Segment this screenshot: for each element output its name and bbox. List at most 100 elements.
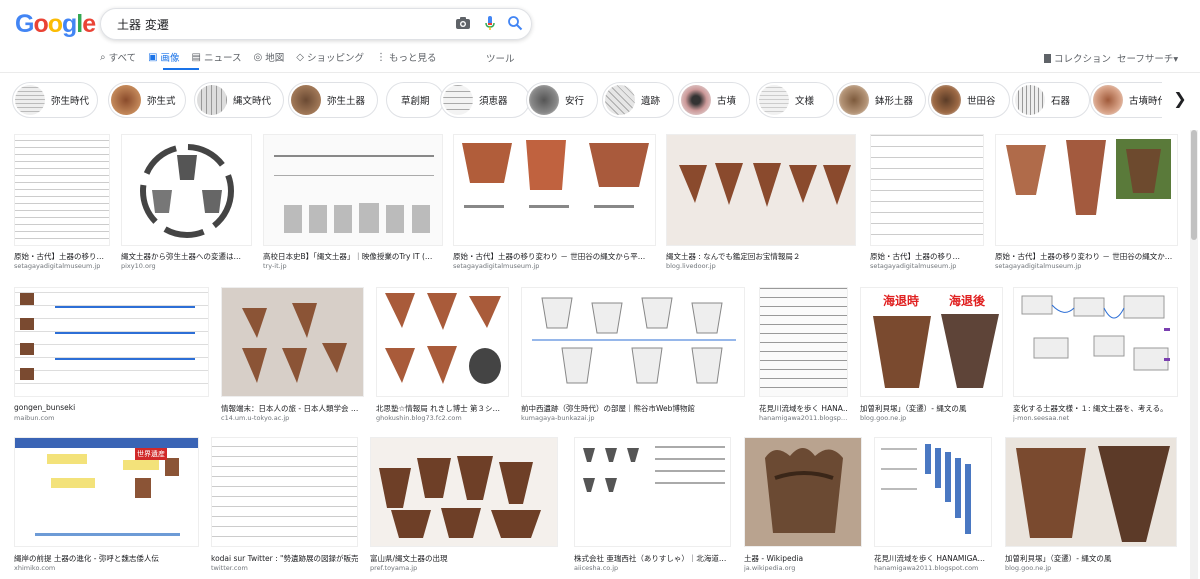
result-title: 花見川流域を歩く HANAMIGA… bbox=[874, 554, 986, 563]
result-source: c14.um.u-tokyo.ac.jp bbox=[221, 414, 290, 422]
tab-label: 地図 bbox=[265, 53, 285, 64]
image-result[interactable]: 情報端末：日本人の旅 - 日本人類学会 … c14.um.u-tokyo.ac.… bbox=[221, 287, 364, 427]
image-result[interactable]: 縄文土器から弥生土器への変遷は… pixy10.org bbox=[121, 134, 252, 274]
image-result[interactable]: 加曽利貝塚」（変遷）- 縄文の風 blog.goo.ne.jp bbox=[1005, 437, 1177, 577]
result-source: ghokushin.blog73.fc2.com bbox=[376, 414, 462, 422]
chip[interactable]: 草創期 bbox=[386, 82, 444, 118]
image-result[interactable]: 花見川流域を歩く HANA… hanamigawa2011.blogsp… bbox=[759, 287, 848, 427]
tab-more[interactable]: ⋮ もっと見る bbox=[376, 48, 437, 66]
header-divider bbox=[0, 72, 1200, 73]
chip[interactable]: 弥生式 bbox=[108, 82, 186, 118]
chip[interactable]: 古墳 bbox=[678, 82, 750, 118]
result-thumbnail bbox=[1013, 287, 1178, 397]
result-thumbnail bbox=[759, 287, 848, 397]
chip[interactable]: 遺跡 bbox=[602, 82, 674, 118]
image-result[interactable]: 海退時 海退後 加曽利貝塚」（変遷）- 縄文の風 blog.goo.ne.jp bbox=[860, 287, 1003, 427]
result-source: twitter.com bbox=[211, 564, 248, 572]
chip-thumbnail bbox=[291, 85, 321, 115]
result-title: 原始・古代】土器の移り変わり － 世田谷の縄文か… bbox=[995, 252, 1173, 261]
result-title: 原始・古代】土器の移り… bbox=[870, 252, 960, 261]
scrollbar-thumb[interactable] bbox=[1191, 130, 1197, 240]
chip-label: 須恵器 bbox=[479, 96, 508, 107]
chip-thumbnail bbox=[839, 85, 869, 115]
image-result[interactable]: 株式会社 亜瑞西社（ありすしゃ）｜北海道… aiicesha.co.jp bbox=[574, 437, 731, 577]
result-thumbnail bbox=[376, 287, 509, 397]
image-result[interactable]: 花見川流域を歩く HANAMIGA… hanamigawa2011.blogsp… bbox=[874, 437, 992, 577]
chip[interactable]: 古墳時代 bbox=[1090, 82, 1162, 118]
chip[interactable]: 弥生土器 bbox=[288, 82, 378, 118]
result-title: 土器 - Wikipedia bbox=[744, 554, 804, 563]
tab-maps[interactable]: ◎ 地図 bbox=[254, 48, 285, 66]
image-result[interactable]: 変化する土器文様・１: 縄文土器を、考える。 j-mon.seesaa.net bbox=[1013, 287, 1178, 427]
chip-thumbnail bbox=[605, 85, 635, 115]
tab-images[interactable]: ▣ 画像 bbox=[148, 48, 179, 66]
scrollbar[interactable] bbox=[1190, 130, 1198, 579]
chip[interactable]: 石器 bbox=[1012, 82, 1090, 118]
image-result[interactable]: 原始・古代】土器の移り変わり － 世田谷の縄文か… setagayadigita… bbox=[995, 134, 1178, 274]
result-title: 原始・古代】土器の移り変わり － 世田谷の縄文から平… bbox=[453, 252, 646, 261]
search-box[interactable]: 土器 変遷 bbox=[100, 8, 532, 40]
collection-label: コレクション bbox=[1054, 54, 1112, 65]
chip-label: 鉢形土器 bbox=[875, 96, 914, 107]
result-title: 高校日本史B】「縄文土器」｜映像授業のTry IT (… bbox=[263, 252, 433, 261]
result-title: 花見川流域を歩く HANA… bbox=[759, 404, 848, 413]
pottery-photo-image bbox=[385, 293, 501, 384]
result-thumbnail bbox=[263, 134, 443, 246]
result-title: gongen_bunseki bbox=[14, 403, 76, 412]
chronology-chart-image bbox=[20, 293, 195, 380]
result-source: blog.livedoor.jp bbox=[666, 262, 716, 270]
image-result[interactable]: 世界遺産 縄岸の前提 土器の進化 - 弥呼と魏志倭人伝 xhimiko.com bbox=[14, 437, 199, 577]
result-thumbnail bbox=[221, 287, 364, 397]
result-source: pref.toyama.jp bbox=[370, 564, 418, 572]
result-source: hanamigawa2011.blogsp… bbox=[759, 414, 848, 422]
tools-button[interactable]: ツール bbox=[486, 51, 515, 65]
collection-button[interactable]: コレクション bbox=[1044, 51, 1111, 65]
image-result[interactable]: 縄文土器 : なんでも鑑定回お宝情報局２ blog.livedoor.jp bbox=[666, 134, 856, 274]
result-title: 株式会社 亜瑞西社（ありすしゃ）｜北海道… bbox=[574, 554, 727, 563]
tab-label: すべて bbox=[108, 53, 137, 64]
chip[interactable]: 弥生時代 bbox=[12, 82, 98, 118]
chip[interactable]: 鉢形土器 bbox=[836, 82, 926, 118]
logo-letter: g bbox=[62, 10, 77, 38]
result-title: 縄岸の前提 土器の進化 - 弥呼と魏志倭人伝 bbox=[14, 554, 159, 563]
chip[interactable]: 縄文時代 bbox=[194, 82, 284, 118]
result-source: maibun.com bbox=[14, 414, 55, 422]
result-source: blog.goo.ne.jp bbox=[860, 414, 907, 422]
result-thumbnail bbox=[574, 437, 731, 547]
result-source: kumagaya-bunkazai.jp bbox=[521, 414, 595, 422]
image-result[interactable]: gongen_bunseki maibun.com bbox=[14, 287, 209, 427]
tab-shopping[interactable]: ◇ ショッピング bbox=[296, 48, 364, 66]
image-result[interactable]: 高校日本史B】「縄文土器」｜映像授業のTry IT (… try-it.jp bbox=[263, 134, 443, 274]
mic-icon[interactable] bbox=[482, 15, 498, 31]
chip-label: 弥生土器 bbox=[327, 96, 366, 107]
image-result[interactable]: 富山県/縄文土器の出現 pref.toyama.jp bbox=[370, 437, 558, 577]
image-result[interactable]: kodai sur Twitter : "勢遺跡展の図録が販売… twitter… bbox=[211, 437, 358, 577]
pottery-photo-image bbox=[1006, 139, 1171, 215]
cycle-diagram-image bbox=[140, 144, 234, 238]
chip[interactable]: 文様 bbox=[756, 82, 834, 118]
result-thumbnail bbox=[995, 134, 1178, 246]
chip[interactable]: 須恵器 bbox=[440, 82, 530, 118]
result-source: j-mon.seesaa.net bbox=[1013, 414, 1070, 422]
image-result[interactable]: 原始・古代】土器の移り変わり － 世田谷の縄文から平… setagayadigi… bbox=[453, 134, 656, 274]
camera-icon[interactable] bbox=[455, 15, 471, 31]
image-result[interactable]: 前中西遺跡（弥生時代）の部屋｜熊谷市Web博物館 kumagaya-bunkaz… bbox=[521, 287, 745, 427]
chip-label: 文様 bbox=[795, 96, 815, 107]
chevron-right-icon[interactable]: ❯ bbox=[1169, 89, 1191, 111]
result-source: ja.wikipedia.org bbox=[744, 564, 796, 572]
image-result[interactable]: 土器 - Wikipedia ja.wikipedia.org bbox=[744, 437, 862, 577]
safesearch-button[interactable]: セーフサーチ▾ bbox=[1117, 51, 1178, 65]
result-thumbnail bbox=[14, 287, 209, 397]
chip-thumbnail bbox=[1093, 85, 1123, 115]
chip[interactable]: 世田谷 bbox=[928, 82, 1010, 118]
tab-news[interactable]: ▤ ニュース bbox=[192, 48, 242, 66]
image-result[interactable]: 原始・古代】土器の移り… setagayadigitalmuseum.jp bbox=[870, 134, 984, 274]
search-input[interactable]: 土器 変遷 bbox=[117, 16, 169, 33]
tab-label: ニュース bbox=[204, 53, 242, 64]
image-result[interactable]: 原始・古代】土器の移り… setagayadigitalmuseum.jp bbox=[14, 134, 110, 274]
google-logo[interactable]: Google bbox=[15, 10, 96, 39]
search-icon[interactable] bbox=[507, 15, 523, 31]
tab-all[interactable]: ⌕ すべて bbox=[100, 48, 136, 66]
chip[interactable]: 安行 bbox=[526, 82, 598, 118]
image-result[interactable]: 北思塾☆情報局 れきし博士 第３シ… ghokushin.blog73.fc2.… bbox=[376, 287, 509, 427]
